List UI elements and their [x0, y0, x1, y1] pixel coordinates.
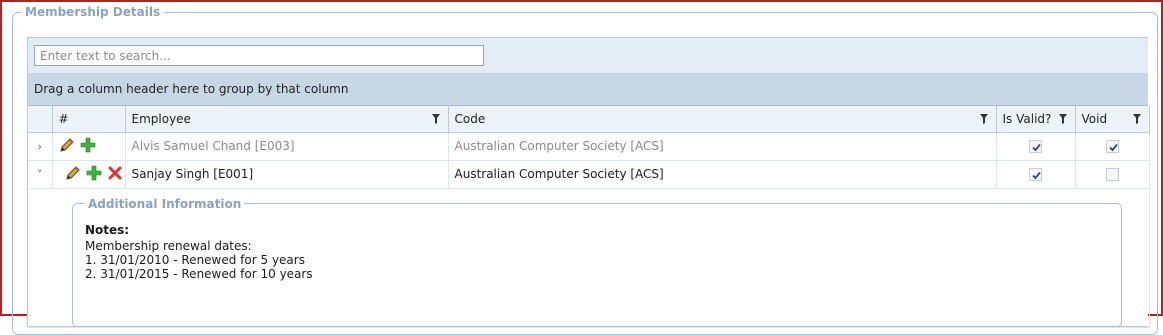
- additional-information-title: Additional Information: [88, 196, 242, 211]
- is-valid-checkbox[interactable]: [1029, 168, 1042, 181]
- notes-line: 2. 31/01/2015 - Renewed for 10 years: [85, 266, 313, 281]
- table-row[interactable]: › Alvis Samuel Chand [E003] Australian C…: [28, 132, 1150, 161]
- collapse-row-button[interactable]: ˅: [28, 160, 53, 189]
- column-header-void-label: Void: [1081, 111, 1108, 126]
- expand-header: [28, 106, 53, 133]
- header-row: # Employee Code Is Valid? Void: [28, 106, 1150, 133]
- column-header-void[interactable]: Void: [1075, 106, 1150, 133]
- membership-grid: Drag a column header here to group by th…: [27, 37, 1150, 328]
- column-header-is-valid[interactable]: Is Valid?: [996, 106, 1076, 133]
- notes-label: Notes:: [85, 222, 130, 237]
- is-valid-cell: [996, 160, 1076, 189]
- is-valid-cell: [996, 132, 1076, 161]
- window-frame: Membership Details Drag a column header …: [0, 0, 1163, 335]
- row-commands: [52, 160, 126, 189]
- search-panel: [28, 38, 1148, 74]
- column-header-is-valid-label: Is Valid?: [1002, 111, 1052, 126]
- edit-icon[interactable]: [59, 137, 75, 156]
- void-cell: [1075, 132, 1150, 161]
- expand-row-button[interactable]: ›: [28, 132, 53, 161]
- delete-icon[interactable]: [108, 166, 122, 183]
- column-header-code-label: Code: [454, 111, 486, 126]
- data-table: # Employee Code Is Valid? Void › Alvis S…: [28, 106, 1150, 328]
- row-commands: [52, 132, 126, 161]
- void-cell: [1075, 160, 1150, 189]
- filter-icon[interactable]: [1132, 114, 1141, 124]
- detail-cell: Additional Information Notes: Membership…: [28, 188, 1150, 328]
- filter-icon[interactable]: [431, 114, 440, 124]
- void-checkbox[interactable]: [1105, 168, 1119, 181]
- additional-information-fieldset: Additional Information Notes: Membership…: [72, 196, 1122, 327]
- detail-row: Additional Information Notes: Membership…: [28, 188, 1150, 328]
- add-icon[interactable]: [86, 165, 102, 184]
- void-checkbox[interactable]: [1105, 140, 1119, 153]
- column-header-employee[interactable]: Employee: [125, 106, 449, 133]
- membership-details-title: Membership Details: [25, 5, 161, 19]
- column-header-num[interactable]: #: [52, 106, 126, 133]
- employee-cell: Sanjay Singh [E001]: [125, 160, 449, 189]
- filter-icon[interactable]: [979, 114, 988, 124]
- table-row[interactable]: ˅ Sanjay Singh [E001] Australian Compute…: [28, 160, 1150, 189]
- add-icon[interactable]: [80, 137, 96, 156]
- group-by-panel[interactable]: Drag a column header here to group by th…: [28, 74, 1148, 106]
- edit-icon[interactable]: [65, 165, 81, 184]
- code-cell: Australian Computer Society [ACS]: [448, 132, 997, 161]
- notes-line: 1. 31/01/2010 - Renewed for 5 years: [85, 252, 305, 267]
- code-cell: Australian Computer Society [ACS]: [448, 160, 997, 189]
- column-header-code[interactable]: Code: [448, 106, 997, 133]
- filter-icon[interactable]: [1058, 114, 1067, 124]
- notes-line: Membership renewal dates:: [85, 238, 252, 253]
- search-input[interactable]: [34, 45, 484, 66]
- employee-cell: Alvis Samuel Chand [E003]: [125, 132, 449, 161]
- column-header-employee-label: Employee: [131, 111, 191, 126]
- is-valid-checkbox[interactable]: [1029, 140, 1042, 153]
